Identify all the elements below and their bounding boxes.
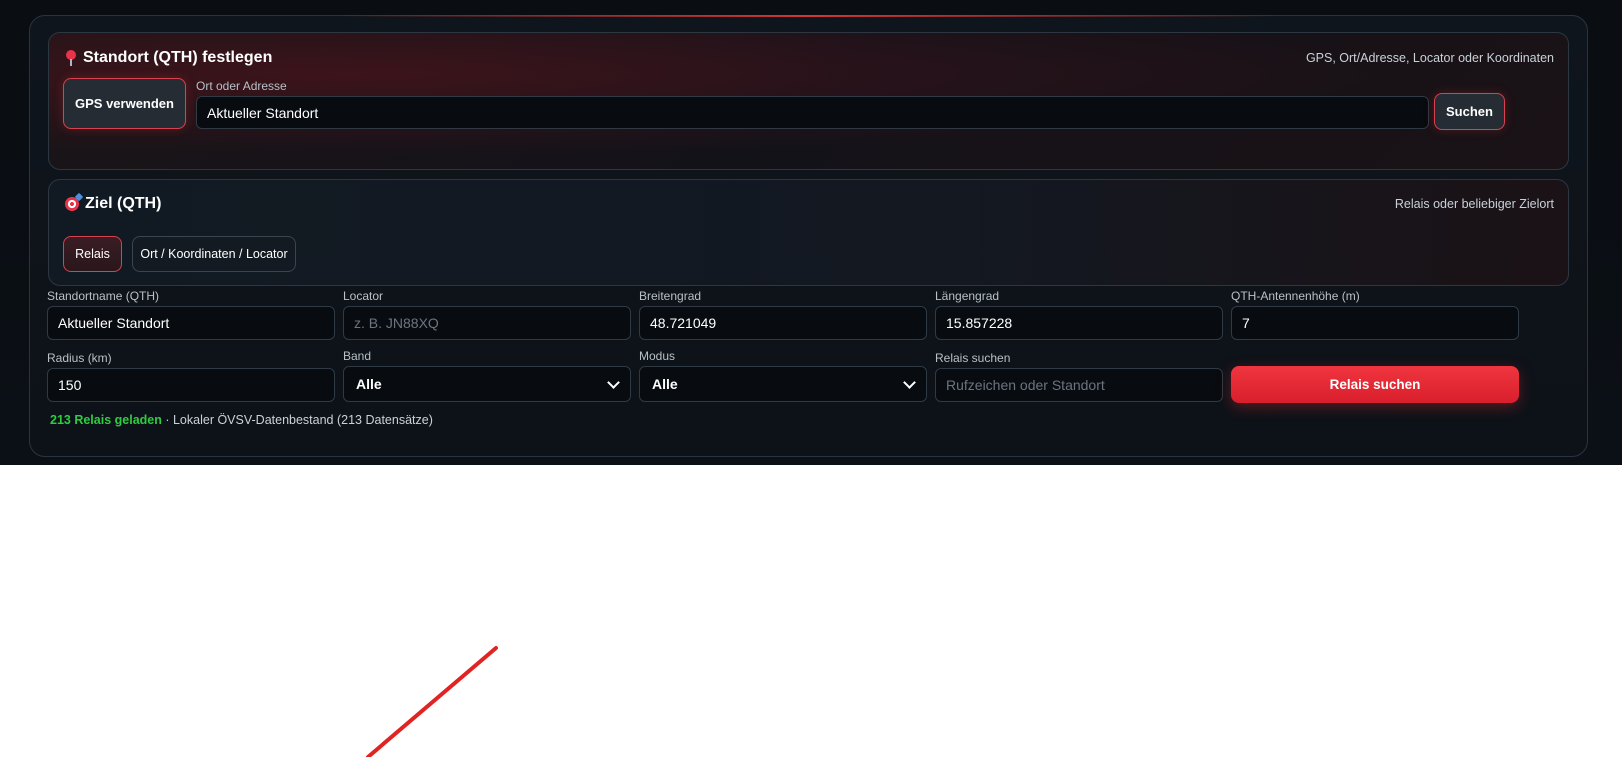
breitengrad-label: Breitengrad	[639, 289, 702, 303]
laengengrad-input[interactable]	[935, 306, 1223, 340]
antennenhoehe-input[interactable]	[1231, 306, 1519, 340]
qth-panel: Standort (QTH) festlegen GPS, Ort/Adress…	[48, 32, 1569, 170]
standortname-input[interactable]	[47, 306, 335, 340]
radius-input[interactable]	[47, 368, 335, 402]
qth-panel-title: Standort (QTH) festlegen	[65, 49, 272, 67]
tab-relais[interactable]: Relais	[63, 236, 122, 272]
antennenhoehe-label: QTH-Antennenhöhe (m)	[1231, 289, 1360, 303]
modus-select-value: Alle	[652, 376, 678, 392]
locator-label: Locator	[343, 289, 384, 303]
ziel-panel-title-text: Ziel (QTH)	[85, 195, 162, 212]
chevron-down-icon	[903, 375, 916, 389]
modus-label: Modus	[639, 349, 676, 363]
relais-search-button[interactable]: Relais suchen	[1231, 366, 1519, 403]
map-pin-icon	[65, 50, 77, 66]
tab-ort-koordinaten-locator[interactable]: Ort / Koordinaten / Locator	[132, 236, 296, 272]
breitengrad-input[interactable]	[639, 306, 927, 340]
status-separator: ·	[161, 413, 173, 427]
relais-suchen-label: Relais suchen	[935, 351, 1011, 365]
modus-select[interactable]: Alle	[639, 366, 927, 402]
status-source: Lokaler ÖVSV-Datenbestand (213 Datensätz…	[172, 413, 433, 427]
ziel-panel: Ziel (QTH) Relais oder beliebiger Zielor…	[48, 179, 1569, 286]
locator-input[interactable]	[343, 306, 631, 340]
radius-label: Radius (km)	[47, 351, 112, 365]
band-select-value: Alle	[356, 376, 382, 392]
qth-panel-hint: GPS, Ort/Adresse, Locator oder Koordinat…	[1305, 51, 1554, 65]
gps-button[interactable]: GPS verwenden	[63, 78, 186, 129]
settings-card: Standort (QTH) festlegen GPS, Ort/Adress…	[29, 15, 1588, 457]
status-count: 213 Relais geladen	[50, 413, 162, 427]
band-select[interactable]: Alle	[343, 366, 631, 402]
band-label: Band	[343, 349, 372, 363]
ziel-panel-hint: Relais oder beliebiger Zielort	[1394, 197, 1554, 211]
address-input[interactable]	[196, 96, 1429, 129]
status-line: 213 Relais geladen · Lokaler ÖVSV-Datenb…	[50, 413, 433, 427]
address-label: Ort oder Adresse	[196, 79, 287, 93]
standortname-label: Standortname (QTH)	[47, 289, 160, 303]
route-line-segment	[366, 646, 498, 757]
chevron-down-icon	[607, 375, 620, 389]
laengengrad-label: Längengrad	[935, 289, 1000, 303]
ziel-panel-title: Ziel (QTH)	[65, 195, 161, 213]
qth-panel-title-text: Standort (QTH) festlegen	[83, 49, 273, 66]
address-search-button[interactable]: Suchen	[1434, 93, 1505, 130]
relais-search-input[interactable]	[935, 368, 1223, 402]
target-icon	[65, 197, 79, 211]
